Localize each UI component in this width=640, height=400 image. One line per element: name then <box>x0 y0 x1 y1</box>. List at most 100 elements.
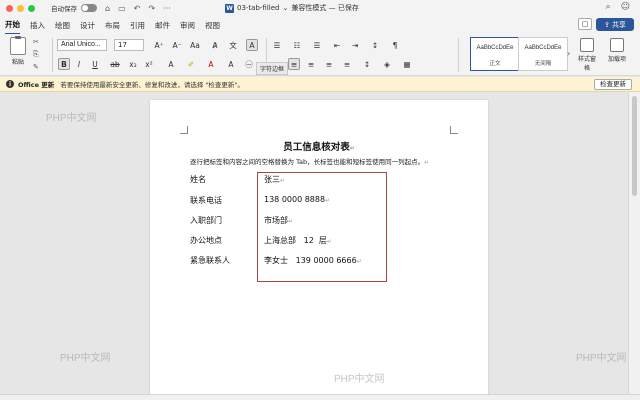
align-left-button[interactable]: ≡ <box>288 58 300 70</box>
decrease-indent-icon[interactable]: ⇤ <box>332 39 342 51</box>
heading-text: 员工信息核对表 <box>283 142 350 153</box>
zoom-window-button[interactable] <box>28 4 35 12</box>
clipboard-icon <box>10 36 26 55</box>
superscript-button[interactable]: x² <box>144 58 154 70</box>
document-heading: 员工信息核对表↵ <box>283 142 355 153</box>
shading-icon[interactable]: ◈ <box>382 58 392 70</box>
document-page[interactable]: 员工信息核对表↵ 逐行把标签和内容之间的空格替换为 Tab，长标签也能和短标签使… <box>150 100 488 400</box>
clear-format-icon[interactable]: A̷ <box>210 39 220 51</box>
show-marks-icon[interactable]: ¶ <box>390 39 400 51</box>
word-doc-icon: W <box>225 3 234 13</box>
close-window-button[interactable] <box>6 4 13 12</box>
redo-icon[interactable]: ↷ <box>148 4 155 13</box>
minimize-window-button[interactable] <box>17 4 24 12</box>
change-case-icon[interactable]: Aa <box>190 39 200 51</box>
style-sample: AaBbCcDdEe <box>524 45 562 51</box>
addins-label: 加载项 <box>607 56 626 63</box>
increase-indent-icon[interactable]: ⇥ <box>350 39 360 51</box>
shrink-font-icon[interactable]: A⁻ <box>172 39 182 51</box>
character-shading-icon[interactable]: A <box>226 58 236 70</box>
highlight-color-icon[interactable]: ✐ <box>186 58 196 70</box>
tab-home[interactable]: 开始 <box>5 16 20 35</box>
cut-icon[interactable]: ✂ <box>33 38 39 46</box>
notice-text: 若要保持使用最新安全更新、修复和改进，请选择 "检查更新"。 <box>60 81 244 89</box>
share-label: 共享 <box>611 20 626 29</box>
styles-pane-icon <box>580 38 594 52</box>
phonetic-guide-icon[interactable]: 文 <box>228 39 238 51</box>
autosave-label: 自动保存 <box>51 5 77 13</box>
text-effects-icon[interactable]: A <box>166 58 176 70</box>
tab-mailings[interactable]: 邮件 <box>155 17 170 34</box>
row-label: 紧急联系人 <box>190 256 230 265</box>
profile-icon[interactable]: ☺ <box>621 2 630 12</box>
tooltip: 字符边框 <box>256 62 289 75</box>
styles-pane-label: 样式窗格 <box>577 56 596 72</box>
underline-button[interactable]: U <box>90 58 100 70</box>
row-label: 联系电话 <box>190 196 222 205</box>
multilevel-list-icon[interactable]: ☰ <box>312 39 322 51</box>
margin-corner-mark <box>450 126 458 134</box>
tab-draw[interactable]: 绘图 <box>55 17 70 34</box>
copy-icon[interactable]: ⎘ <box>33 50 39 59</box>
chevron-down-icon[interactable]: ⌄ <box>283 4 289 12</box>
italic-button[interactable]: I <box>74 58 84 70</box>
more-icon[interactable]: ··· <box>163 4 171 13</box>
enclose-characters-icon[interactable]: ㊀ <box>244 58 254 70</box>
row-label: 办公地点 <box>190 236 222 245</box>
sort-icon[interactable]: ↕ <box>370 39 380 51</box>
font-color-icon[interactable]: A <box>206 58 216 70</box>
search-icon[interactable]: ⌕ <box>606 2 611 12</box>
tab-review[interactable]: 审阅 <box>180 17 195 34</box>
ribbon-home: 粘贴 ✂ ⎘ ✎ Arial Unico... 17 A⁺ A⁻ Aa A̷ 文… <box>0 34 640 76</box>
numbering-icon[interactable]: ☷ <box>292 39 302 51</box>
align-right-icon[interactable]: ≡ <box>324 58 334 70</box>
bold-button[interactable]: B <box>58 58 70 70</box>
status-bar <box>0 394 640 400</box>
character-border-button[interactable]: A <box>246 39 258 51</box>
notice-title: Office 更新 <box>18 81 55 89</box>
tab-design[interactable]: 设计 <box>80 17 95 34</box>
share-button[interactable]: ⇪ 共享 <box>596 18 634 31</box>
home-icon[interactable]: ⌂ <box>105 4 110 13</box>
styles-pane-button[interactable]: 样式窗格 <box>576 38 598 72</box>
line-spacing-icon[interactable]: ↕ <box>362 58 372 70</box>
paste-button[interactable]: 粘贴 <box>6 36 30 66</box>
subscript-button[interactable]: x₂ <box>128 58 138 70</box>
style-no-spacing[interactable]: AaBbCcDdEe 无间隔 <box>518 37 568 71</box>
intro-text: 逐行把标签和内容之间的空格替换为 Tab，长标签也能和短标签使用同一列起点。 <box>190 158 425 166</box>
watermark: PHP中文网 <box>334 374 385 385</box>
tab-layout[interactable]: 布局 <box>105 17 120 34</box>
update-notice-bar: i Office 更新 若要保持使用最新安全更新、修复和改进，请选择 "检查更新… <box>0 77 640 92</box>
row-label: 入职部门 <box>190 216 222 225</box>
document-intro: 逐行把标签和内容之间的空格替换为 Tab，长标签也能和短标签使用同一列起点。↵ <box>190 158 430 166</box>
vertical-scrollbar[interactable] <box>628 92 640 395</box>
font-size-select[interactable]: 17 <box>114 39 144 51</box>
borders-icon[interactable]: ▦ <box>402 58 412 70</box>
autosave-toggle[interactable] <box>81 4 97 12</box>
save-icon[interactable]: ▭ <box>118 4 126 13</box>
document-name: 03-tab-filled <box>237 4 280 12</box>
highlight-box <box>257 172 387 282</box>
format-painter-icon[interactable]: ✎ <box>33 63 39 71</box>
check-updates-button[interactable]: 检查更新 <box>594 79 632 90</box>
style-name: 无间隔 <box>534 61 552 67</box>
comment-button[interactable]: ▢ <box>578 18 592 30</box>
tab-insert[interactable]: 插入 <box>30 17 45 34</box>
justify-icon[interactable]: ≡ <box>342 58 352 70</box>
style-normal[interactable]: AaBbCcDdEe 正文 <box>470 37 520 71</box>
tab-references[interactable]: 引用 <box>130 17 145 34</box>
watermark: PHP中文网 <box>60 353 111 364</box>
align-center-icon[interactable]: ≡ <box>306 58 316 70</box>
share-icon: ⇪ <box>604 20 610 29</box>
title-bar: 自动保存 ⌂ ▭ ↶ ↷ ··· W 03-tab-filled ⌄ 兼容性模式… <box>0 0 640 16</box>
ribbon-tabs: 开始 插入 绘图 设计 布局 引用 邮件 审阅 视图 ▢ ⇪ 共享 <box>0 16 640 35</box>
strikethrough-button[interactable]: ab <box>110 58 120 70</box>
chevron-right-icon[interactable]: › <box>567 49 570 58</box>
tab-view[interactable]: 视图 <box>205 17 220 34</box>
bullets-icon[interactable]: ☰ <box>272 39 282 51</box>
paste-label: 粘贴 <box>11 59 24 66</box>
grow-font-icon[interactable]: A⁺ <box>154 39 164 51</box>
undo-icon[interactable]: ↶ <box>134 4 141 13</box>
font-name-select[interactable]: Arial Unico... <box>57 39 107 51</box>
addins-button[interactable]: 加载项 <box>606 38 628 63</box>
